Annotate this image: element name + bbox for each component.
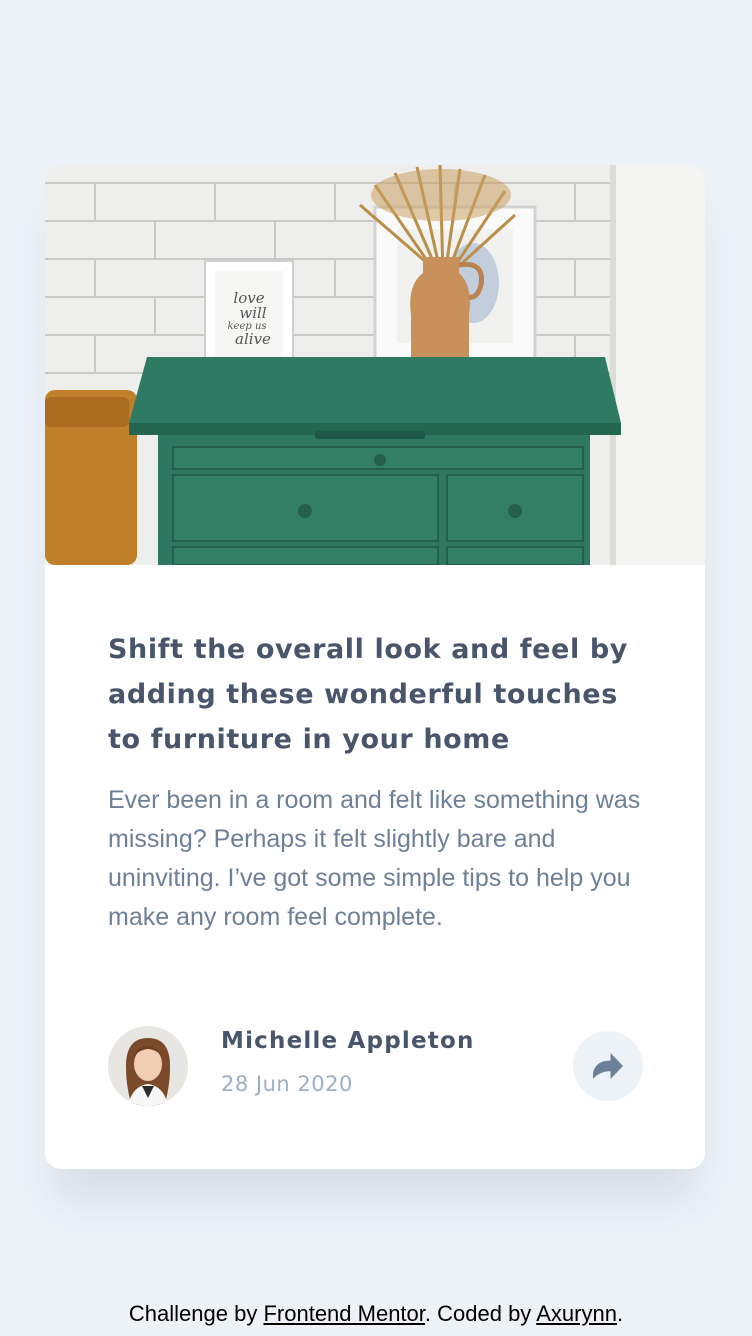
footer-middle: . Coded by xyxy=(424,1301,537,1326)
hero-image: love will keep us alive xyxy=(45,165,705,565)
footer-prefix: Challenge by xyxy=(128,1301,264,1326)
svg-text:will: will xyxy=(239,304,266,322)
avatar xyxy=(108,1026,188,1106)
share-button[interactable] xyxy=(573,1031,643,1101)
article-title: Shift the overall look and feel by addin… xyxy=(108,634,628,755)
frontend-mentor-link[interactable]: Frontend Mentor xyxy=(263,1301,424,1326)
article-card: love will keep us alive Shift the overal… xyxy=(45,165,705,1169)
drawers-illustration: love will keep us alive xyxy=(45,165,705,565)
footer-suffix: . xyxy=(616,1301,624,1326)
author-row: Michelle Appleton 28 Jun 2020 xyxy=(108,1026,644,1106)
share-arrow-icon xyxy=(593,1053,623,1079)
avatar-photo-icon xyxy=(108,1026,188,1106)
post-date: 28 Jun 2020 xyxy=(221,1072,353,1096)
article-description: Ever been in a room and felt like someth… xyxy=(108,786,641,931)
author-link[interactable]: Axurynn xyxy=(536,1301,617,1326)
author-name: Michelle Appleton xyxy=(221,1028,475,1054)
attribution-footer: Challenge by Frontend Mentor. Coded by A… xyxy=(0,1301,752,1327)
svg-text:alive: alive xyxy=(235,330,271,348)
